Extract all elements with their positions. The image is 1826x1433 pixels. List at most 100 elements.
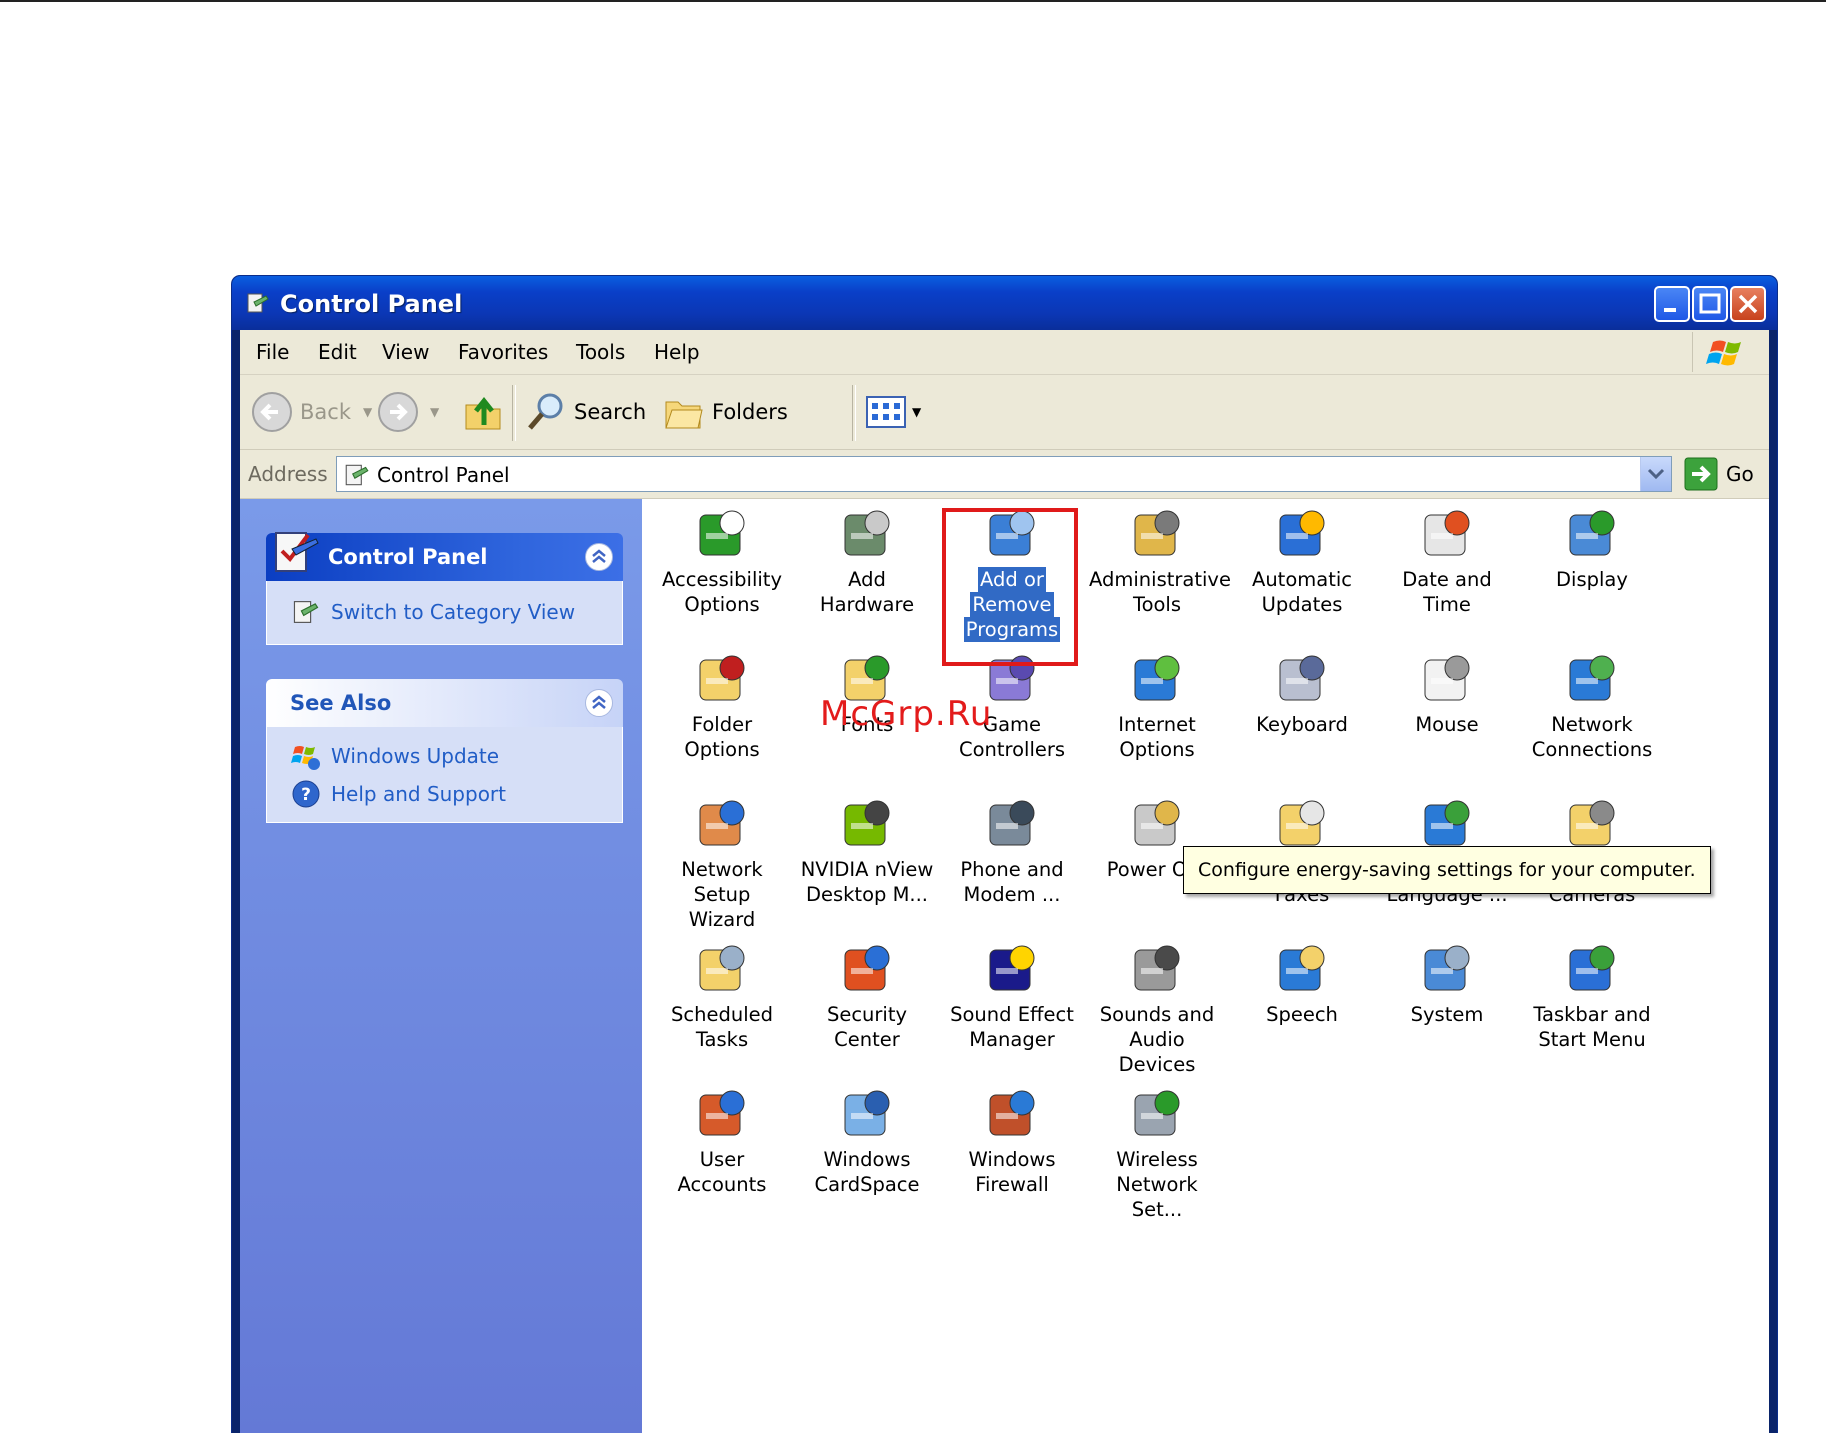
panel-title: Control Panel bbox=[328, 545, 488, 569]
taskbar-icon bbox=[1569, 945, 1615, 991]
help-and-support-link[interactable]: ? Help and Support bbox=[291, 779, 506, 809]
cp-item-network-setup[interactable]: Network Setup Wizard bbox=[652, 793, 792, 932]
back-button[interactable]: Back ▼ bbox=[250, 391, 372, 433]
cp-item-nvidia[interactable]: NVIDIA nView Desktop M... bbox=[797, 793, 937, 907]
control-panel-large-icon bbox=[275, 532, 319, 572]
cp-item-scheduled-tasks[interactable]: Scheduled Tasks bbox=[652, 938, 792, 1052]
cp-item-security-center[interactable]: Security Center bbox=[797, 938, 937, 1052]
cp-item-network-connections[interactable]: Network Connections bbox=[1522, 648, 1662, 762]
menu-favorites[interactable]: Favorites bbox=[458, 340, 548, 364]
cp-item-label: Remove bbox=[970, 592, 1054, 617]
windows-update-link[interactable]: Windows Update bbox=[291, 741, 499, 771]
cp-item-wireless[interactable]: Wireless Network Set... bbox=[1087, 1083, 1227, 1222]
chevron-up-icon bbox=[592, 695, 606, 709]
cp-item-keyboard[interactable]: Keyboard bbox=[1232, 648, 1372, 762]
scheduled-tasks-icon bbox=[699, 945, 745, 991]
cp-item-label: Taskbar and bbox=[1533, 1003, 1651, 1026]
control-panel-panel-header[interactable]: Control Panel bbox=[266, 532, 623, 581]
up-folder-button[interactable] bbox=[462, 391, 504, 433]
switch-category-view-link[interactable]: Switch to Category View bbox=[291, 597, 575, 627]
phone-modem-icon bbox=[989, 800, 1035, 846]
internet-options-icon bbox=[1134, 655, 1180, 701]
cp-item-phone-modem[interactable]: Phone and Modem ... bbox=[942, 793, 1082, 907]
cp-item-automatic-updates[interactable]: Automatic Updates bbox=[1232, 503, 1372, 617]
toolbar-separator bbox=[852, 385, 856, 441]
cp-item-label: Phone and bbox=[960, 858, 1064, 881]
maximize-icon bbox=[1699, 293, 1721, 314]
close-button[interactable] bbox=[1730, 286, 1766, 322]
address-field[interactable]: Control Panel bbox=[336, 456, 1672, 492]
cp-item-system[interactable]: System bbox=[1377, 938, 1517, 1052]
go-button[interactable]: Go bbox=[1684, 456, 1754, 492]
user-accounts-icon bbox=[699, 1090, 745, 1136]
menu-bar: File Edit View Favorites Tools Help bbox=[240, 330, 1769, 375]
cp-item-accessibility[interactable]: Accessibility Options bbox=[652, 503, 792, 617]
cp-item-label: CardSpace bbox=[814, 1173, 920, 1196]
control-panel-icon bbox=[345, 464, 369, 486]
administrative-tools-icon bbox=[1134, 510, 1180, 556]
help-icon: ? bbox=[292, 780, 320, 808]
menu-file[interactable]: File bbox=[256, 340, 289, 364]
cp-item-label: Add Hardware bbox=[819, 568, 915, 616]
menu-tools[interactable]: Tools bbox=[576, 340, 625, 364]
cp-item-sound-effect[interactable]: Sound Effect Manager bbox=[942, 938, 1082, 1052]
forward-button[interactable]: ▼ bbox=[376, 391, 439, 433]
cp-item-taskbar[interactable]: Taskbar and Start Menu bbox=[1522, 938, 1662, 1052]
forward-dropdown-icon[interactable]: ▼ bbox=[430, 405, 439, 419]
cp-item-label: Firewall bbox=[975, 1173, 1049, 1196]
cp-item-speech[interactable]: Speech bbox=[1232, 938, 1372, 1052]
back-dropdown-icon[interactable]: ▼ bbox=[363, 405, 372, 419]
cp-item-mouse[interactable]: Mouse bbox=[1377, 648, 1517, 762]
maximize-button[interactable] bbox=[1692, 286, 1728, 322]
display-icon bbox=[1569, 510, 1615, 556]
search-button[interactable]: Search bbox=[524, 391, 646, 433]
network-setup-icon bbox=[699, 800, 745, 846]
security-center-icon bbox=[844, 945, 890, 991]
search-label: Search bbox=[574, 400, 647, 424]
folders-button[interactable]: Folders bbox=[662, 391, 788, 433]
views-dropdown-icon: ▼ bbox=[912, 405, 922, 419]
collapse-button[interactable] bbox=[585, 689, 613, 717]
menu-help[interactable]: Help bbox=[654, 340, 700, 364]
views-button[interactable]: ▼ bbox=[864, 391, 921, 433]
date-time-icon bbox=[1424, 510, 1470, 556]
see-also-panel-header[interactable]: See Also bbox=[266, 679, 623, 727]
cp-item-label: Date and Time bbox=[1402, 568, 1492, 616]
menu-edit[interactable]: Edit bbox=[318, 340, 357, 364]
cp-item-label: Sound Effect bbox=[950, 1003, 1074, 1026]
cp-item-user-accounts[interactable]: User Accounts bbox=[652, 1083, 792, 1222]
back-label: Back bbox=[300, 400, 351, 424]
cp-item-label: Tools bbox=[1132, 593, 1182, 616]
see-also-panel-body: Windows Update ? Help and Support bbox=[266, 727, 623, 823]
collapse-button[interactable] bbox=[585, 543, 613, 571]
power-options-icon bbox=[1134, 800, 1180, 846]
back-arrow-icon bbox=[252, 392, 292, 432]
cp-item-internet-options[interactable]: Internet Options bbox=[1087, 648, 1227, 762]
cp-item-sounds-audio[interactable]: Sounds and Audio Devices bbox=[1087, 938, 1227, 1077]
cp-item-administrative-tools[interactable]: Administrative Tools bbox=[1087, 503, 1231, 617]
cp-item-folder-options[interactable]: Folder Options bbox=[652, 648, 792, 787]
cp-item-label: Display bbox=[1556, 568, 1628, 591]
menu-view[interactable]: View bbox=[382, 340, 429, 364]
cp-item-label: Desktop M... bbox=[805, 883, 929, 906]
minimize-button[interactable] bbox=[1654, 286, 1690, 322]
system-icon bbox=[1424, 945, 1470, 991]
cp-item-display[interactable]: Display bbox=[1522, 503, 1662, 617]
cp-item-add-hardware[interactable]: Add Hardware bbox=[797, 503, 937, 642]
cp-item-label: Wizard bbox=[688, 908, 756, 931]
add-remove-programs-icon bbox=[989, 510, 1035, 556]
cp-item-add-remove-programs[interactable]: Add or Remove Programs bbox=[942, 503, 1082, 642]
cp-item-cardspace[interactable]: Windows CardSpace bbox=[797, 1083, 937, 1197]
cp-item-label: Network Setup bbox=[681, 858, 763, 906]
title-bar[interactable]: Control Panel bbox=[232, 276, 1777, 330]
mouse-icon bbox=[1424, 655, 1470, 701]
cp-item-firewall[interactable]: Windows Firewall bbox=[942, 1083, 1082, 1197]
cp-item-date-time[interactable]: Date and Time bbox=[1377, 503, 1517, 642]
switch-category-view-label: Switch to Category View bbox=[331, 600, 576, 624]
address-dropdown-button[interactable] bbox=[1640, 457, 1671, 491]
cp-item-label: Security bbox=[826, 1003, 908, 1026]
network-connections-icon bbox=[1569, 655, 1615, 701]
cp-item-label: Accessibility bbox=[662, 568, 782, 591]
cp-item-label: System bbox=[1410, 1003, 1484, 1026]
address-label: Address bbox=[248, 462, 328, 486]
